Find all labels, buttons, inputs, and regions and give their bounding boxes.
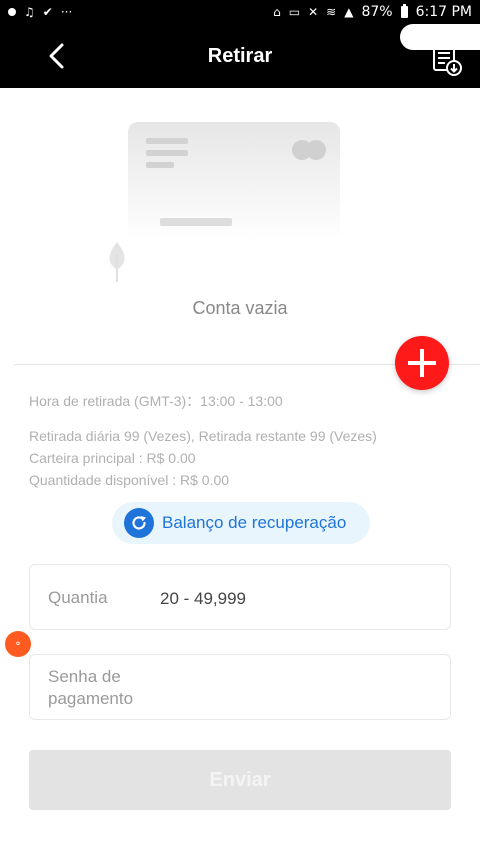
card-number-line: [160, 218, 232, 226]
status-bar: ♫ ✔ ··· ⌂ ▭ ✕ ≋ ▲ 87% 6:17 PM: [0, 0, 480, 24]
card-brand-icon: [292, 140, 326, 160]
more-notifications-icon: ···: [60, 5, 73, 19]
leaf-icon: [109, 242, 125, 282]
refresh-balance-button[interactable]: Balanço de recuperação: [112, 502, 370, 544]
empty-card-area: Conta vazia: [0, 88, 480, 364]
available-amount-text: Quantidade disponível : R$ 0.00: [29, 472, 230, 488]
bank-card-illustration: [128, 122, 340, 242]
status-left: ♫ ✔ ···: [8, 6, 72, 18]
music-note-icon: ♫: [24, 5, 35, 19]
amount-field: Quantia: [29, 564, 451, 630]
daily-limit-text: Retirada diária 99 (Vezes), Retirada res…: [29, 428, 377, 444]
card-line: [146, 138, 188, 144]
submit-button[interactable]: Enviar: [29, 750, 451, 810]
clock: 6:17 PM: [415, 4, 472, 20]
floating-chat-badge[interactable]: ✿: [5, 631, 31, 657]
amount-label: Quantia: [48, 588, 108, 607]
payment-password-input[interactable]: [158, 675, 432, 703]
refresh-icon: [124, 508, 154, 538]
wifi-icon: ≋: [326, 5, 337, 19]
card-line: [146, 150, 188, 156]
amount-input[interactable]: [158, 585, 432, 613]
payment-password-label: Senha de pagamento: [48, 667, 134, 708]
cast-icon: ▭: [288, 5, 301, 19]
card-line: [146, 162, 174, 168]
add-account-button[interactable]: [395, 336, 449, 390]
back-button[interactable]: [40, 40, 72, 72]
mute-icon: ✕: [308, 5, 319, 19]
battery-percent: 87%: [361, 4, 393, 20]
battery-icon: [400, 4, 408, 18]
signal-icon: ▲: [344, 5, 354, 19]
page-title: Retirar: [207, 44, 273, 67]
header: Retirar: [0, 24, 480, 88]
chevron-left-icon: [49, 43, 64, 69]
records-button[interactable]: [432, 42, 462, 76]
withdraw-time: Hora de retirada (GMT-3)：13:00 - 13:00: [29, 393, 283, 409]
withdraw-info: Retirada diária 99 (Vezes), Retirada res…: [29, 425, 377, 491]
empty-account-text: Conta vazia: [192, 298, 288, 318]
payment-password-field: Senha de pagamento: [29, 654, 451, 720]
notification-dot-icon: [8, 8, 16, 16]
lock-icon: ⌂: [273, 5, 281, 19]
status-right: ⌂ ▭ ✕ ≋ ▲ 87% 6:17 PM: [273, 4, 472, 20]
refresh-balance-label: Balanço de recuperação: [162, 513, 347, 532]
document-download-icon: [433, 45, 462, 76]
main-wallet-text: Carteira principal : R$ 0.00: [29, 450, 196, 466]
check-icon: ✔: [42, 5, 53, 19]
